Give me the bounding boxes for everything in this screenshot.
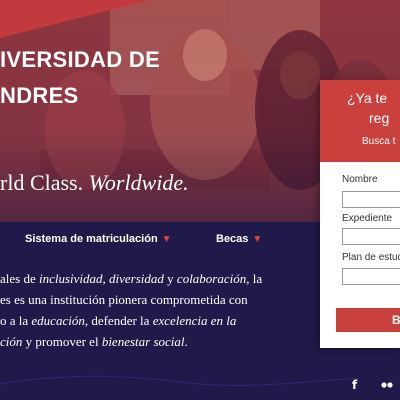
tagline: rld Class. Worldwide. [0, 170, 189, 196]
record-field[interactable] [342, 228, 400, 245]
tagline-text: rld Class. [0, 170, 89, 195]
intro-line: o a la educación, defender la excelencia… [0, 310, 300, 331]
intro-text: y [163, 271, 177, 286]
nav-item-becas[interactable]: Becas ▼ [216, 233, 262, 245]
intro-text: , defender la [84, 313, 153, 328]
university-title: IVERSIDAD DE NDRES [0, 42, 160, 114]
form-subheading: Busca t [362, 136, 396, 147]
flickr-icon[interactable] [381, 382, 393, 388]
nav-item-label: Sistema de matriculación [25, 233, 158, 245]
decorative-wave [0, 375, 361, 386]
title-line-1: IVERSIDAD DE [0, 47, 161, 72]
intro-text: , la [246, 271, 263, 286]
intro-emphasis: ción [0, 334, 23, 349]
caret-down-icon: ▼ [252, 234, 263, 245]
search-button[interactable]: B [336, 308, 400, 332]
footer-bar: f [0, 370, 400, 400]
title-line-2: NDRES [0, 83, 79, 108]
form-header: ¿Ya te reg Busca t [320, 80, 400, 162]
study-plan-field[interactable] [342, 268, 400, 285]
facebook-icon[interactable]: f [352, 378, 357, 392]
intro-text: . [184, 334, 188, 349]
form-heading-line-2: reg [369, 110, 390, 126]
intro-emphasis: bienestar social [101, 334, 185, 349]
intro-line: ales de inclusividad, diversidad y colab… [0, 268, 300, 289]
nav-item-sistema-matriculacion[interactable]: Sistema de matriculación ▼ [25, 233, 172, 245]
intro-emphasis: colaboración [176, 271, 247, 286]
intro-text: y promover el [22, 334, 102, 349]
study-plan-label: Plan de estud [342, 252, 400, 263]
intro-emphasis: educación [31, 313, 85, 328]
form-heading-line-1: ¿Ya te [347, 90, 388, 106]
intro-emphasis: excelencia en la [152, 313, 237, 328]
intro-emphasis: inclusividad, diversidad [38, 271, 164, 286]
form-heading: ¿Ya te reg [347, 88, 389, 128]
intro-paragraph: ales de inclusividad, diversidad y colab… [0, 268, 300, 352]
tagline-emphasis: Worldwide. [88, 170, 189, 195]
intro-text: es es una institución pionera comprometi… [0, 292, 248, 307]
intro-text: o a la [0, 313, 32, 328]
intro-line: es es una institución pionera comprometi… [0, 289, 300, 310]
intro-text: ales de [0, 271, 39, 286]
name-label: Nombre [342, 174, 378, 185]
record-label: Expediente [342, 213, 393, 224]
nav-item-label: Becas [216, 233, 249, 245]
caret-down-icon: ▼ [161, 234, 172, 245]
name-field[interactable] [342, 191, 400, 208]
registration-form: ¿Ya te reg Busca t Nombre Expediente Pla… [320, 80, 400, 348]
red-corner-shape [0, 0, 150, 38]
intro-line: ción y promover el bienestar social. [0, 331, 300, 352]
